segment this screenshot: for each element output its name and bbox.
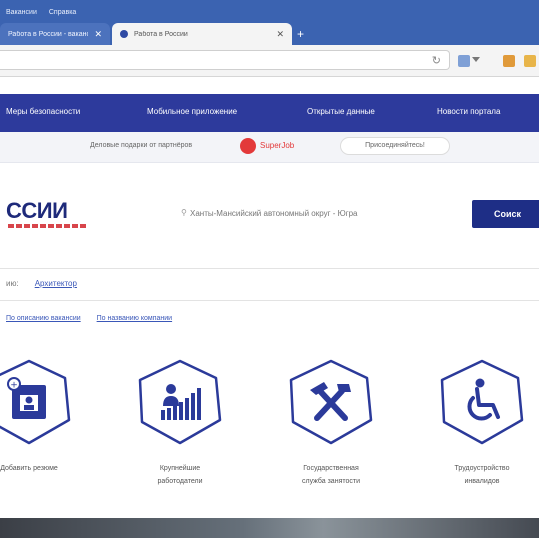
link-by-company[interactable]: По названию компании bbox=[97, 315, 172, 322]
nav-item-open-data[interactable]: Открытые данные bbox=[307, 107, 375, 116]
favicon-icon bbox=[120, 30, 128, 38]
divider bbox=[0, 300, 539, 301]
card-label: Государственная bbox=[303, 465, 359, 472]
menu-item-vacancies[interactable]: Вакансии bbox=[6, 6, 37, 20]
region-selector[interactable]: Ханты-Мансийский автономный округ - Югра bbox=[190, 209, 358, 218]
card-label: Добавить резюме bbox=[0, 465, 58, 472]
promo-join-button[interactable]: Присоединяйтесь! bbox=[340, 137, 450, 155]
reload-icon[interactable]: ↻ bbox=[432, 54, 441, 67]
menu-item-help[interactable]: Справка bbox=[49, 6, 76, 20]
hero-photo bbox=[0, 518, 539, 538]
employers-chart-icon bbox=[136, 358, 224, 446]
card-add-resume[interactable]: + Добавить резюме bbox=[0, 358, 84, 475]
browser-menu-bar: Вакансии Справка bbox=[6, 6, 76, 20]
site-nav: Меры безопасности Мобильное приложение О… bbox=[0, 94, 539, 132]
card-disabled-employment[interactable]: Трудоустройство инвалидов bbox=[427, 358, 537, 488]
location-pin-icon: ⚲ bbox=[181, 208, 187, 217]
browser-titlebar: Вакансии Справка Работа в России - вакан… bbox=[0, 0, 539, 45]
close-icon[interactable]: ✕ bbox=[276, 29, 284, 40]
tab-active[interactable]: Работа в России ✕ bbox=[112, 23, 292, 45]
site-logo[interactable]: ССИИ bbox=[6, 198, 68, 224]
new-tab-button[interactable]: + bbox=[297, 25, 304, 43]
card-top-employers[interactable]: Крупнейшие работодатели bbox=[125, 358, 235, 488]
logo-underline bbox=[8, 224, 86, 228]
nav-item-mobile-app[interactable]: Мобильное приложение bbox=[147, 107, 237, 116]
home-icon[interactable] bbox=[503, 55, 515, 67]
promo-logo-text[interactable]: SuperJob bbox=[260, 141, 294, 150]
breadcrumb-prefix: ию: bbox=[6, 279, 19, 288]
card-label: работодатели bbox=[157, 478, 203, 485]
tab-label: Работа в России bbox=[134, 30, 188, 38]
nav-item-portal-news[interactable]: Новости портала bbox=[437, 107, 500, 116]
tab-label: Работа в России - вакансии... bbox=[8, 30, 88, 38]
resume-icon: + bbox=[0, 358, 73, 446]
card-employment-service[interactable]: Государственная служба занятости bbox=[276, 358, 386, 488]
card-label: Крупнейшие bbox=[159, 465, 201, 472]
superjob-logo-icon[interactable] bbox=[240, 138, 256, 154]
card-label: Трудоустройство bbox=[454, 465, 510, 472]
breadcrumb: ию: Архитектор bbox=[6, 279, 77, 288]
tools-icon bbox=[287, 358, 375, 446]
browser-toolbar: ↻ bbox=[0, 45, 539, 77]
promo-text: Деловые подарки от партнёров bbox=[90, 142, 193, 149]
close-icon[interactable]: ✕ bbox=[94, 29, 102, 40]
chevron-down-icon[interactable] bbox=[472, 57, 480, 62]
card-label: инвалидов bbox=[464, 478, 500, 485]
svg-text:+: + bbox=[10, 381, 18, 391]
address-bar[interactable]: ↻ bbox=[0, 50, 450, 70]
bookmarks-icon[interactable] bbox=[458, 55, 470, 67]
job-seekers-button[interactable]: Соиск bbox=[472, 200, 539, 228]
divider bbox=[0, 268, 539, 269]
nav-item-safety[interactable]: Меры безопасности bbox=[6, 107, 80, 116]
wheelchair-icon bbox=[438, 358, 526, 446]
tab-inactive[interactable]: Работа в России - вакансии... ✕ bbox=[0, 23, 110, 45]
star-icon[interactable] bbox=[524, 55, 536, 67]
breadcrumb-link[interactable]: Архитектор bbox=[35, 279, 77, 288]
search-mode-links: По описанию вакансии По названию компани… bbox=[6, 315, 186, 322]
card-label: служба занятости bbox=[301, 478, 360, 485]
promo-strip: Деловые подарки от партнёров SuperJob Пр… bbox=[0, 132, 539, 163]
link-by-description[interactable]: По описанию вакансии bbox=[6, 315, 81, 322]
